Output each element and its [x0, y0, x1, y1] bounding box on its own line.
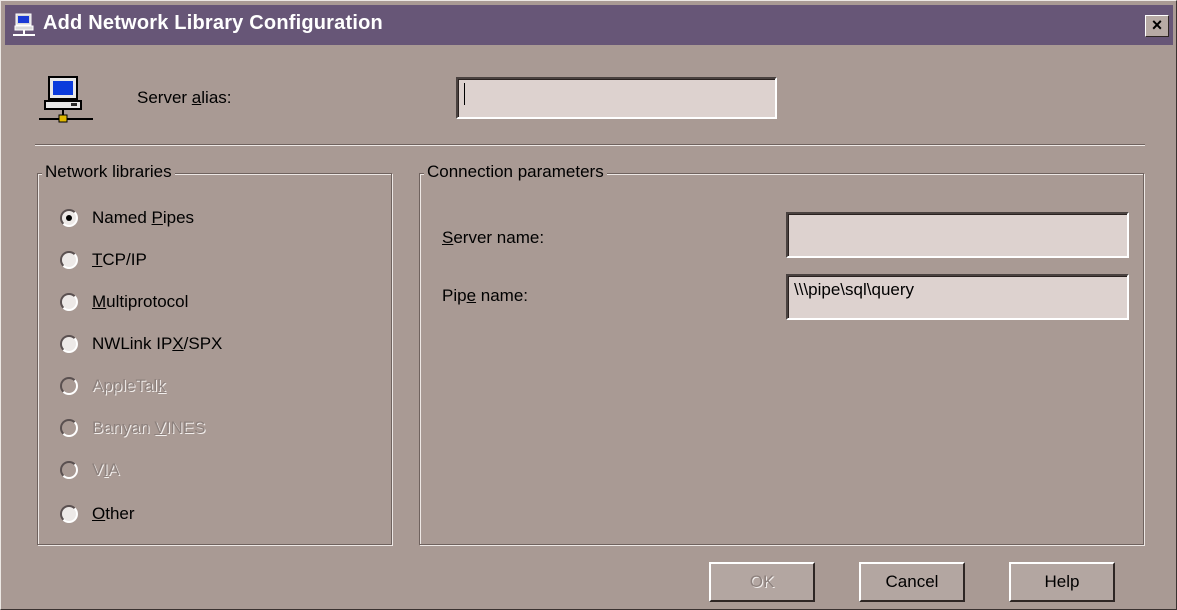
radio-unselected-icon [60, 251, 78, 269]
close-button[interactable]: × [1145, 15, 1169, 37]
radio-banyan-vines: Banyan VINES [60, 416, 205, 440]
radio-unselected-icon [60, 505, 78, 523]
pipe-name-label: Pipe name: [442, 286, 529, 305]
radio-appletalk: AppleTalk [60, 374, 166, 398]
radio-disabled-icon [60, 419, 78, 437]
server-name-input[interactable] [786, 212, 1129, 258]
connection-parameters-group: Connection parameters Server name: Pipe … [419, 162, 1144, 545]
radio-multiprotocol[interactable]: Multiprotocol [60, 290, 188, 314]
radio-unselected-icon [60, 335, 78, 353]
radio-other[interactable]: Other [60, 502, 135, 526]
pipe-name-input[interactable]: \\\pipe\sql\query [786, 274, 1129, 320]
server-name-label: Server name: [442, 228, 545, 247]
connection-parameters-title: Connection parameters [424, 162, 607, 182]
network-libraries-title: Network libraries [42, 162, 175, 182]
window-title: Add Network Library Configuration [43, 12, 383, 34]
network-libraries-group: Network libraries Named Pipes TCP/IP Mul… [37, 162, 392, 545]
radio-tcp-ip[interactable]: TCP/IP [60, 248, 147, 272]
title-bar[interactable]: Add Network Library Configuration × [5, 5, 1173, 45]
text-cursor [464, 83, 465, 105]
server-alias-input[interactable] [456, 77, 777, 119]
header-separator [35, 144, 1145, 146]
radio-disabled-icon [60, 377, 78, 395]
radio-via: VIA [60, 458, 119, 482]
pipe-name-value: \\\pipe\sql\query [794, 280, 915, 299]
ok-button: OK [709, 562, 815, 602]
radio-disabled-icon [60, 461, 78, 479]
server-alias-label: Server alias: [137, 88, 232, 107]
radio-unselected-icon [60, 293, 78, 311]
cancel-button[interactable]: Cancel [859, 562, 965, 602]
radio-named-pipes[interactable]: Named Pipes [60, 206, 194, 230]
dialog-window: Add Network Library Configuration × Serv… [0, 0, 1177, 610]
close-icon: × [1151, 15, 1163, 35]
radio-selected-icon [60, 209, 78, 227]
network-computer-icon [13, 13, 35, 36]
server-computer-icon [39, 76, 93, 123]
radio-nwlink-ipx-spx[interactable]: NWLink IPX/SPX [60, 332, 222, 356]
help-button[interactable]: Help [1009, 562, 1115, 602]
